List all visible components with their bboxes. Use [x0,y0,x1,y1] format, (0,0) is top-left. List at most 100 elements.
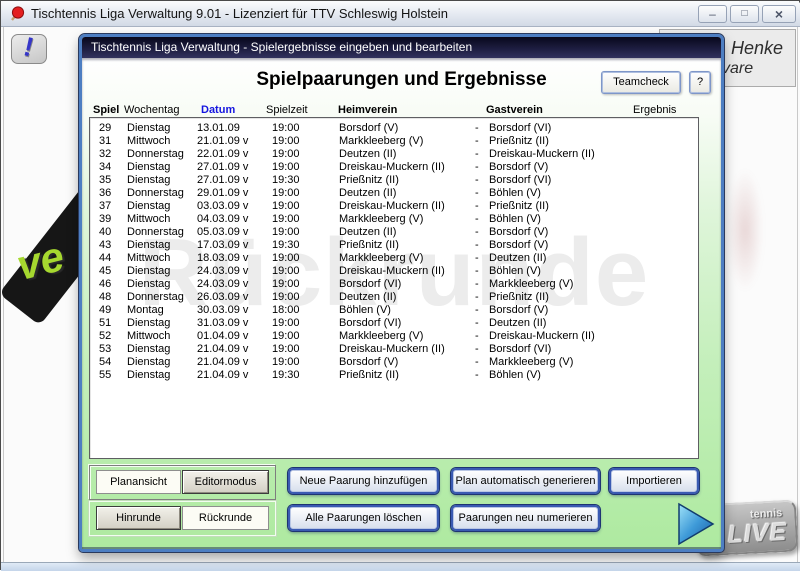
cell-datum: 01.04.09 v [197,330,248,342]
help-button[interactable]: ? [689,71,711,94]
table-row[interactable]: 46Dienstag24.03.09 v19:00Borsdorf (VI)-M… [90,278,698,291]
separator: - [475,343,479,355]
cell-wochentag: Donnerstag [127,226,184,238]
cell-wochentag: Dienstag [127,122,170,134]
dialog-titlebar: Tischtennis Liga Verwaltung - Spielergeb… [82,37,721,58]
cell-spiel: 35 [99,174,111,186]
column-header-spielzeit: Spielzeit [266,104,308,116]
cell-datum: 31.03.09 v [197,317,248,329]
table-row[interactable]: 54Dienstag21.04.09 v19:00Borsdorf (V)-Ma… [90,356,698,369]
editormodus-button[interactable]: Editormodus [182,470,269,494]
neue-paarung-button[interactable]: Neue Paarung hinzufügen [288,468,439,494]
separator: - [475,317,479,329]
separator: - [475,161,479,173]
cell-gast: Markkleeberg (V) [489,356,573,368]
column-header-datum[interactable]: Datum [201,104,235,116]
separator: - [475,369,479,381]
close-button[interactable]: × [762,5,796,23]
alert-icon-button[interactable]: ! [11,34,47,64]
cell-gast: Dreiskau-Muckern (II) [489,330,595,342]
cell-spiel: 51 [99,317,111,329]
maximize-button[interactable]: □ [730,5,759,23]
table-row[interactable]: 39Mittwoch04.03.09 v19:00Markkleeberg (V… [90,213,698,226]
table-row[interactable]: 32Donnerstag22.01.09 v19:00Deutzen (II)-… [90,148,698,161]
cell-wochentag: Donnerstag [127,291,184,303]
cell-gast: Markkleeberg (V) [489,278,573,290]
cell-wochentag: Donnerstag [127,187,184,199]
cell-datum: 26.03.09 v [197,291,248,303]
cell-zeit: 19:00 [272,135,300,147]
cell-datum: 27.01.09 v [197,161,248,173]
planansicht-button[interactable]: Planansicht [96,470,181,494]
table-row[interactable]: 35Dienstag27.01.09 v19:30Prießnitz (II)-… [90,174,698,187]
cell-datum: 17.03.09 v [197,239,248,251]
match-list[interactable]: Rückrunde 29Dienstag13.01.0919:00Borsdor… [89,117,699,459]
cell-datum: 03.03.09 v [197,200,248,212]
cell-zeit: 19:30 [272,369,300,381]
cell-heim: Markkleeberg (V) [339,252,423,264]
separator: - [475,291,479,303]
cell-gast: Böhlen (V) [489,187,541,199]
henke-text-2: vare [722,60,753,78]
table-row[interactable]: 53Dienstag21.04.09 v19:00Dreiskau-Mucker… [90,343,698,356]
table-row[interactable]: 34Dienstag27.01.09 v19:00Dreiskau-Mucker… [90,161,698,174]
paarungen-numerieren-button[interactable]: Paarungen neu numerieren [451,505,600,531]
table-row[interactable]: 40Donnerstag05.03.09 v19:00Deutzen (II)-… [90,226,698,239]
cell-wochentag: Dienstag [127,278,170,290]
table-row[interactable]: 45Dienstag24.03.09 v19:00Dreiskau-Mucker… [90,265,698,278]
cell-spiel: 43 [99,239,111,251]
separator: - [475,252,479,264]
cell-spiel: 54 [99,356,111,368]
rueckrunde-button[interactable]: Rückrunde [182,506,269,530]
cell-datum: 22.01.09 v [197,148,248,160]
table-row[interactable]: 44Mittwoch18.03.09 v19:00Markkleeberg (V… [90,252,698,265]
table-row[interactable]: 52Mittwoch01.04.09 v19:00Markkleeberg (V… [90,330,698,343]
cell-heim: Markkleeberg (V) [339,330,423,342]
minimize-button[interactable]: – [698,5,727,23]
separator: - [475,330,479,342]
table-row[interactable]: 48Donnerstag26.03.09 v19:00Deutzen (II)-… [90,291,698,304]
separator: - [475,265,479,277]
separator: - [475,122,479,134]
cell-zeit: 19:00 [272,278,300,290]
cell-wochentag: Dienstag [127,343,170,355]
cell-wochentag: Dienstag [127,317,170,329]
table-row[interactable]: 49Montag30.03.09 v18:00Böhlen (V)-Borsdo… [90,304,698,317]
cell-heim: Prießnitz (II) [339,369,399,381]
cell-gast: Borsdorf (V) [489,239,548,251]
cell-wochentag: Mittwoch [127,330,170,342]
cell-wochentag: Dienstag [127,161,170,173]
cell-zeit: 19:00 [272,161,300,173]
teamcheck-button[interactable]: Teamcheck [601,71,681,94]
plan-generieren-button[interactable]: Plan automatisch generieren [451,468,600,494]
next-arrow-icon[interactable] [677,502,715,546]
paarungen-loeschen-button[interactable]: Alle Paarungen löschen [288,505,439,531]
cell-wochentag: Dienstag [127,265,170,277]
table-row[interactable]: 37Dienstag03.03.09 v19:00Dreiskau-Mucker… [90,200,698,213]
table-row[interactable]: 51Dienstag31.03.09 v19:00Borsdorf (VI)-D… [90,317,698,330]
cell-datum: 18.03.09 v [197,252,248,264]
background-watermark-blur [727,169,763,291]
importieren-button[interactable]: Importieren [609,468,699,494]
table-row[interactable]: 29Dienstag13.01.0919:00Borsdorf (V)-Bors… [90,122,698,135]
window-titlebar: Tischtennis Liga Verwaltung 9.01 - Lizen… [1,1,800,27]
separator: - [475,187,479,199]
separator: - [475,226,479,238]
cell-gast: Borsdorf (V) [489,161,548,173]
column-header-wochentag: Wochentag [124,104,179,116]
table-row[interactable]: 36Donnerstag29.01.09 v19:00Deutzen (II)-… [90,187,698,200]
column-header-gastverein: Gastverein [486,104,543,116]
cell-zeit: 19:00 [272,252,300,264]
cell-datum: 21.04.09 v [197,356,248,368]
table-row[interactable]: 43Dienstag17.03.09 v19:30Prießnitz (II)-… [90,239,698,252]
cell-zeit: 19:00 [272,122,300,134]
table-row[interactable]: 55Dienstag21.04.09 v19:30Prießnitz (II)-… [90,369,698,382]
screen: { "window": { "title": "Tischtennis Liga… [0,0,800,570]
cell-heim: Prießnitz (II) [339,239,399,251]
cell-heim: Dreiskau-Muckern (II) [339,265,445,277]
cell-spiel: 32 [99,148,111,160]
hinrunde-button[interactable]: Hinrunde [96,506,181,530]
cell-datum: 21.04.09 v [197,343,248,355]
cell-spiel: 49 [99,304,111,316]
table-row[interactable]: 31Mittwoch21.01.09 v19:00Markkleeberg (V… [90,135,698,148]
